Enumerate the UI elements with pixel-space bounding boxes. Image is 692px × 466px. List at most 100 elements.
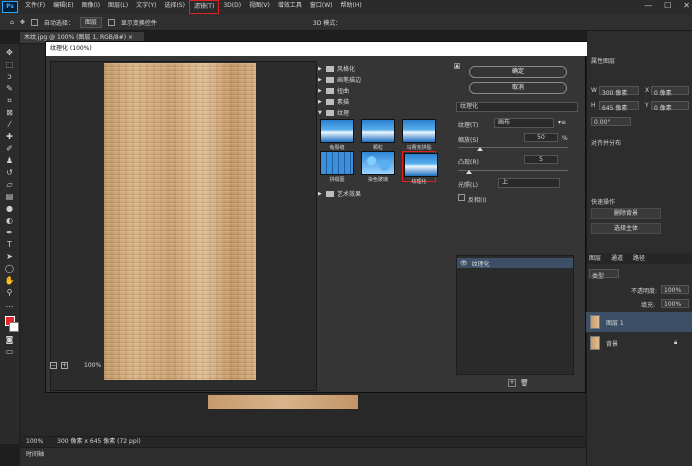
healing-icon[interactable]: ✚ [5, 132, 15, 141]
zoom-icon[interactable]: ⚲ [5, 288, 15, 297]
menu-item[interactable]: 增效工具 [274, 0, 306, 14]
move-icon[interactable]: ✥ [5, 48, 15, 57]
collapse-icon[interactable]: ▲ [454, 63, 460, 69]
move-tool-icon[interactable]: ✥ [20, 19, 25, 26]
menu-item[interactable]: 帮助(H) [337, 0, 366, 14]
select-subject-button[interactable]: 选择主体 [591, 223, 661, 234]
delete-effect-layer-icon[interactable]: 🗑︎ [520, 379, 529, 387]
zoom-status[interactable]: 100% [26, 437, 43, 447]
maximize-icon[interactable]: ☐ [664, 1, 671, 10]
cancel-button[interactable]: 取消 [469, 82, 567, 94]
folder-stylize[interactable]: ▶ 风格化 [318, 64, 355, 73]
filter-select-dropdown[interactable]: 纹理化 [456, 102, 578, 112]
more-tools-icon[interactable]: … [5, 300, 15, 309]
menu-item[interactable]: 编辑(E) [49, 0, 77, 14]
menu-item[interactable]: 3D(D) [219, 0, 245, 14]
blur-icon[interactable]: ● [5, 204, 15, 213]
effect-layer-row[interactable]: 👁︎ 纹理化 [457, 258, 573, 268]
visibility-eye-icon[interactable]: 👁︎ [460, 260, 468, 267]
tab-channels[interactable]: 通道 [611, 253, 623, 264]
home-icon[interactable]: ⌂ [10, 19, 14, 26]
frame-icon[interactable]: ⊠ [5, 108, 15, 117]
light-dropdown[interactable]: 上 [498, 178, 560, 188]
hand-icon[interactable]: ✋ [5, 276, 15, 285]
invert-checkbox[interactable] [458, 194, 465, 201]
menu-item[interactable]: 图像(I) [78, 0, 104, 14]
folder-artistic[interactable]: ▶ 艺术效果 [318, 189, 361, 198]
pen-icon[interactable]: ✒ [5, 228, 15, 237]
y-field[interactable]: 0 像素 [651, 101, 689, 112]
lasso-icon[interactable]: ↄ [5, 72, 15, 81]
stamp-icon[interactable]: ♟ [5, 156, 15, 165]
filter-thumb[interactable]: 染色玻璃 [361, 151, 395, 183]
relief-slider-track[interactable] [458, 170, 568, 171]
gradient-icon[interactable]: ▤ [5, 192, 15, 201]
crop-icon[interactable]: ⌗ [5, 96, 15, 105]
relief-slider-knob[interactable] [466, 170, 472, 174]
filter-preview[interactable] [50, 61, 317, 391]
filter-thumb[interactable]: 纹理化 [402, 151, 438, 185]
menu-item[interactable]: 视图(V) [245, 0, 274, 14]
menu-item[interactable]: 图层(L) [104, 0, 132, 14]
filter-thumb[interactable]: 马赛克拼贴 [402, 119, 436, 151]
texture-dropdown[interactable]: 画布 [494, 118, 554, 128]
background-color-swatch[interactable] [8, 322, 19, 332]
document-info[interactable]: 300 像素 x 645 像素 (72 ppi) [57, 437, 141, 447]
opacity-field[interactable]: 100% [661, 285, 689, 294]
menu-item[interactable]: 选择(S) [160, 0, 189, 14]
quick-mask-icon[interactable]: ◙ [5, 335, 15, 344]
photoshop-logo[interactable]: Ps [2, 1, 18, 13]
menu-item[interactable]: 窗口(W) [306, 0, 337, 14]
auto-select-target-dropdown[interactable]: 图层 [79, 16, 102, 28]
zoom-out-button[interactable]: − [50, 362, 57, 369]
menu-item[interactable]: 滤镜(T) [188, 0, 220, 14]
path-select-icon[interactable]: ➤ [5, 252, 15, 261]
texture-preview-image[interactable] [104, 63, 256, 380]
layer-row-background[interactable]: 背景 🔒︎ [586, 333, 692, 353]
menu-item[interactable]: 文字(Y) [132, 0, 160, 14]
remove-background-button[interactable]: 删除背景 [591, 208, 661, 219]
folder-sketch[interactable]: ▶ 素描 [318, 97, 349, 106]
new-effect-layer-icon[interactable]: + [508, 379, 516, 387]
angle-field[interactable]: 0.00° [591, 117, 631, 126]
scaling-input[interactable]: 50 [524, 133, 558, 142]
scaling-slider-track[interactable] [458, 147, 568, 148]
tab-layers[interactable]: 图层 [589, 253, 601, 264]
zoom-in-button[interactable]: + [61, 362, 68, 369]
x-field[interactable]: 0 像素 [651, 86, 689, 97]
width-field[interactable]: 300 像素 [599, 86, 639, 97]
screen-mode-icon[interactable]: ▭ [5, 347, 15, 356]
show-transform-checkbox[interactable] [107, 18, 115, 26]
filter-thumb[interactable]: 颗粒 [361, 119, 395, 151]
quick-select-icon[interactable]: ✎ [5, 84, 15, 93]
eyedropper-icon[interactable]: ⁄ [5, 120, 15, 129]
timeline-tab[interactable]: 时间轴 [20, 448, 586, 466]
layer-kind-filter[interactable]: 类型 [589, 269, 619, 280]
folder-texture[interactable]: ▼ 纹理 [318, 108, 349, 117]
layer-row-layer1[interactable]: 图层 1 [586, 312, 692, 332]
fill-field[interactable]: 100% [661, 299, 689, 308]
menu-item[interactable]: 文件(F) [21, 0, 49, 14]
height-field[interactable]: 645 像素 [599, 101, 639, 112]
shape-icon[interactable]: ◯ [5, 264, 15, 273]
scaling-slider-knob[interactable] [477, 147, 483, 151]
close-icon[interactable]: ✕ [683, 1, 690, 10]
tab-paths[interactable]: 路径 [633, 253, 645, 264]
relief-input[interactable]: 5 [524, 155, 558, 164]
brush-icon[interactable]: ✐ [5, 144, 15, 153]
canvas-image[interactable] [208, 395, 358, 409]
type-icon[interactable]: T [5, 240, 15, 249]
filter-thumb[interactable]: 拼缀图 [320, 151, 354, 183]
folder-distort[interactable]: ▶ 扭曲 [318, 86, 349, 95]
texture-menu-icon[interactable]: ▾≡ [558, 119, 566, 126]
ok-button[interactable]: 确定 [469, 66, 567, 78]
preview-zoom-select[interactable]: 100% [84, 362, 101, 369]
marquee-icon[interactable]: ⬚ [5, 60, 15, 69]
dodge-icon[interactable]: ◐ [5, 216, 15, 225]
auto-select-checkbox[interactable] [30, 18, 38, 26]
filter-thumb[interactable]: 龟裂缝 [320, 119, 354, 151]
eraser-icon[interactable]: ▱ [5, 180, 15, 189]
minimize-icon[interactable]: — [644, 1, 652, 10]
folder-brush-strokes[interactable]: ▶ 画笔描边 [318, 75, 361, 84]
history-brush-icon[interactable]: ↺ [5, 168, 15, 177]
